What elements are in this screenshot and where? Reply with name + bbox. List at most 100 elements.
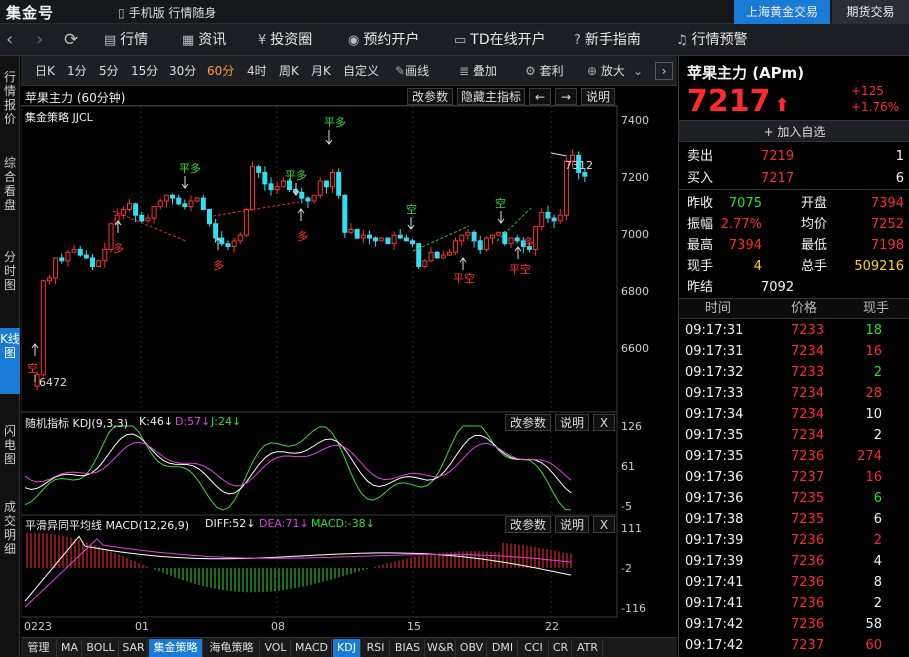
candle [403, 237, 409, 242]
period-month[interactable]: 月K [311, 56, 331, 86]
indicator-tabs: 管理 MA BOLL SAR 集金策略 海龟策略 VOL MACD KDJ RSI BIAS W&R O… [21, 637, 677, 657]
trade-price: 7233 [791, 323, 825, 338]
trade-time: 09:17:41 [685, 596, 744, 611]
macd-edit-params-button[interactable]: 改参数 [505, 516, 551, 533]
zoom-in-button[interactable]: ⊕ 放大 [587, 56, 625, 86]
macd-help-button[interactable]: 说明 [555, 516, 589, 533]
kdj-close-button[interactable]: X [593, 414, 615, 431]
nav-open-account[interactable]: ◉ 预约开户 [348, 24, 419, 56]
high-marker-line [550, 152, 568, 157]
period-15m[interactable]: 15分 [131, 56, 158, 86]
indicator-tab[interactable]: W&R [426, 639, 456, 657]
refresh-icon[interactable]: ⟳ [64, 24, 78, 56]
indicator-tab[interactable]: CR [550, 639, 572, 657]
indicator-tab[interactable]: 集金策略 [149, 639, 203, 657]
indicator-tab[interactable]: CCI [519, 639, 549, 657]
candle [391, 234, 397, 245]
trade-time: 09:17:39 [685, 533, 744, 548]
collapse-icon[interactable]: ⌄ [633, 56, 643, 86]
indicator-tab[interactable]: 管理 [21, 639, 57, 657]
trade-volume: 58 [865, 617, 882, 632]
draw-line-button[interactable]: ✎画线 [395, 56, 429, 86]
nav-price-alert[interactable]: ♫ 行情预警 [676, 24, 748, 56]
indicator-tab[interactable]: DMI [488, 639, 518, 657]
nav-invest-circle[interactable]: ¥ 投资圈 [258, 24, 312, 56]
x-tick: 0223 [24, 620, 52, 633]
candle [102, 248, 108, 262]
macd-close-button[interactable]: X [593, 516, 615, 533]
indicator-tab[interactable]: ATR [573, 639, 603, 657]
nav-label: 资讯 [198, 32, 227, 48]
main-nav: ‹ › ⟳ ▤ 行情 ▦ 资讯 ¥ 投资圈 ◉ 预约开户 ▭ TD在线开户 ? 新手指南 ♫… [0, 24, 909, 56]
candle [366, 234, 372, 239]
period-60m[interactable]: 60分 [207, 56, 234, 86]
indicator-tab[interactable]: 海龟策略 [204, 639, 260, 657]
signal-label: 多 [297, 229, 308, 243]
indicator-tab[interactable]: MACD [292, 639, 332, 657]
candle [471, 231, 477, 242]
more-icon[interactable]: › [655, 62, 673, 80]
nav-beginner-guide[interactable]: ? 新手指南 [574, 24, 641, 56]
mobile-version-link[interactable]: ▯ 手机版 行情随身 [118, 4, 216, 21]
arbitrage-button[interactable]: ⚙ 套利 [525, 56, 564, 86]
sidebar-item-overview[interactable]: 综合看盘 [0, 152, 20, 218]
trade-row: 09:17:31 7233 18 [679, 320, 909, 341]
overlay-button[interactable]: ≣ 叠加 [459, 56, 497, 86]
ask-row: 卖出 7219 1 [679, 146, 909, 168]
nav-quotes[interactable]: ▤ 行情 [104, 24, 148, 56]
sidebar-item-quotes[interactable]: 行情报价 [0, 66, 20, 132]
kdj-edit-params-button[interactable]: 改参数 [505, 414, 551, 431]
mobile-label: 手机版 行情随身 [128, 6, 217, 20]
indicator-tab[interactable]: SAR [120, 639, 148, 657]
indicator-tab[interactable]: VOL [261, 639, 291, 657]
price-change-pct: +1.76% [851, 100, 900, 114]
back-button[interactable]: ‹ [6, 24, 13, 56]
period-4h[interactable]: 4时 [247, 56, 267, 86]
period-custom[interactable]: 自定义 [343, 56, 379, 86]
stat-label: 最低 [801, 238, 828, 253]
candle [545, 211, 551, 219]
candle [188, 200, 194, 208]
tab-futures[interactable]: 期货交易 [832, 0, 909, 24]
candle [440, 254, 446, 259]
nav-news[interactable]: ▦ 资讯 [182, 24, 226, 56]
card-icon: ▭ [454, 33, 467, 48]
y-tick: 7200 [621, 171, 649, 184]
indicator-tab[interactable]: KDJ [333, 639, 361, 657]
sidebar-item-timeshare[interactable]: 分时图 [0, 246, 20, 298]
candle [490, 234, 496, 239]
location-icon: ◉ [348, 33, 360, 48]
period-day[interactable]: 日K [35, 56, 55, 86]
tab-shanghai-gold[interactable]: 上海黄金交易 [734, 0, 830, 24]
kline-chart-area[interactable]: 7400 7200 7000 6800 6600 6472 7312 平多 平多… [21, 86, 677, 637]
candle [508, 237, 514, 245]
stat-label: 现手 [687, 259, 714, 274]
sidebar-item-kline[interactable]: K线图 [0, 328, 20, 394]
add-watchlist-button[interactable]: + 加入自选 [679, 120, 909, 142]
trade-time: 09:17:31 [685, 344, 744, 359]
period-30m[interactable]: 30分 [169, 56, 196, 86]
candle [182, 203, 188, 208]
candle [243, 209, 249, 236]
indicator-tab[interactable]: BIAS [391, 639, 425, 657]
trade-time: 09:17:42 [685, 617, 744, 632]
indicator-tab[interactable]: BOLL [83, 639, 119, 657]
arrow-down-icon [325, 130, 333, 145]
sidebar-item-flash[interactable]: 闪电图 [0, 420, 20, 472]
candle [416, 243, 422, 267]
sidebar-item-trades[interactable]: 成交明细 [0, 496, 20, 562]
forward-button[interactable]: › [36, 24, 43, 56]
candle [496, 231, 502, 236]
period-week[interactable]: 周K [279, 56, 299, 86]
period-1m[interactable]: 1分 [67, 56, 87, 86]
arrow-up-icon [459, 257, 467, 270]
nav-td-online[interactable]: ▭ TD在线开户 [454, 24, 546, 56]
y-tick: 7000 [621, 228, 649, 241]
indicator-tab[interactable]: RSI [362, 639, 390, 657]
signal-label: 空 [27, 361, 38, 375]
signal-label: 多 [523, 235, 534, 249]
indicator-tab[interactable]: MA [58, 639, 82, 657]
kdj-help-button[interactable]: 说明 [555, 414, 589, 431]
indicator-tab[interactable]: OBV [457, 639, 487, 657]
period-5m[interactable]: 5分 [99, 56, 119, 86]
